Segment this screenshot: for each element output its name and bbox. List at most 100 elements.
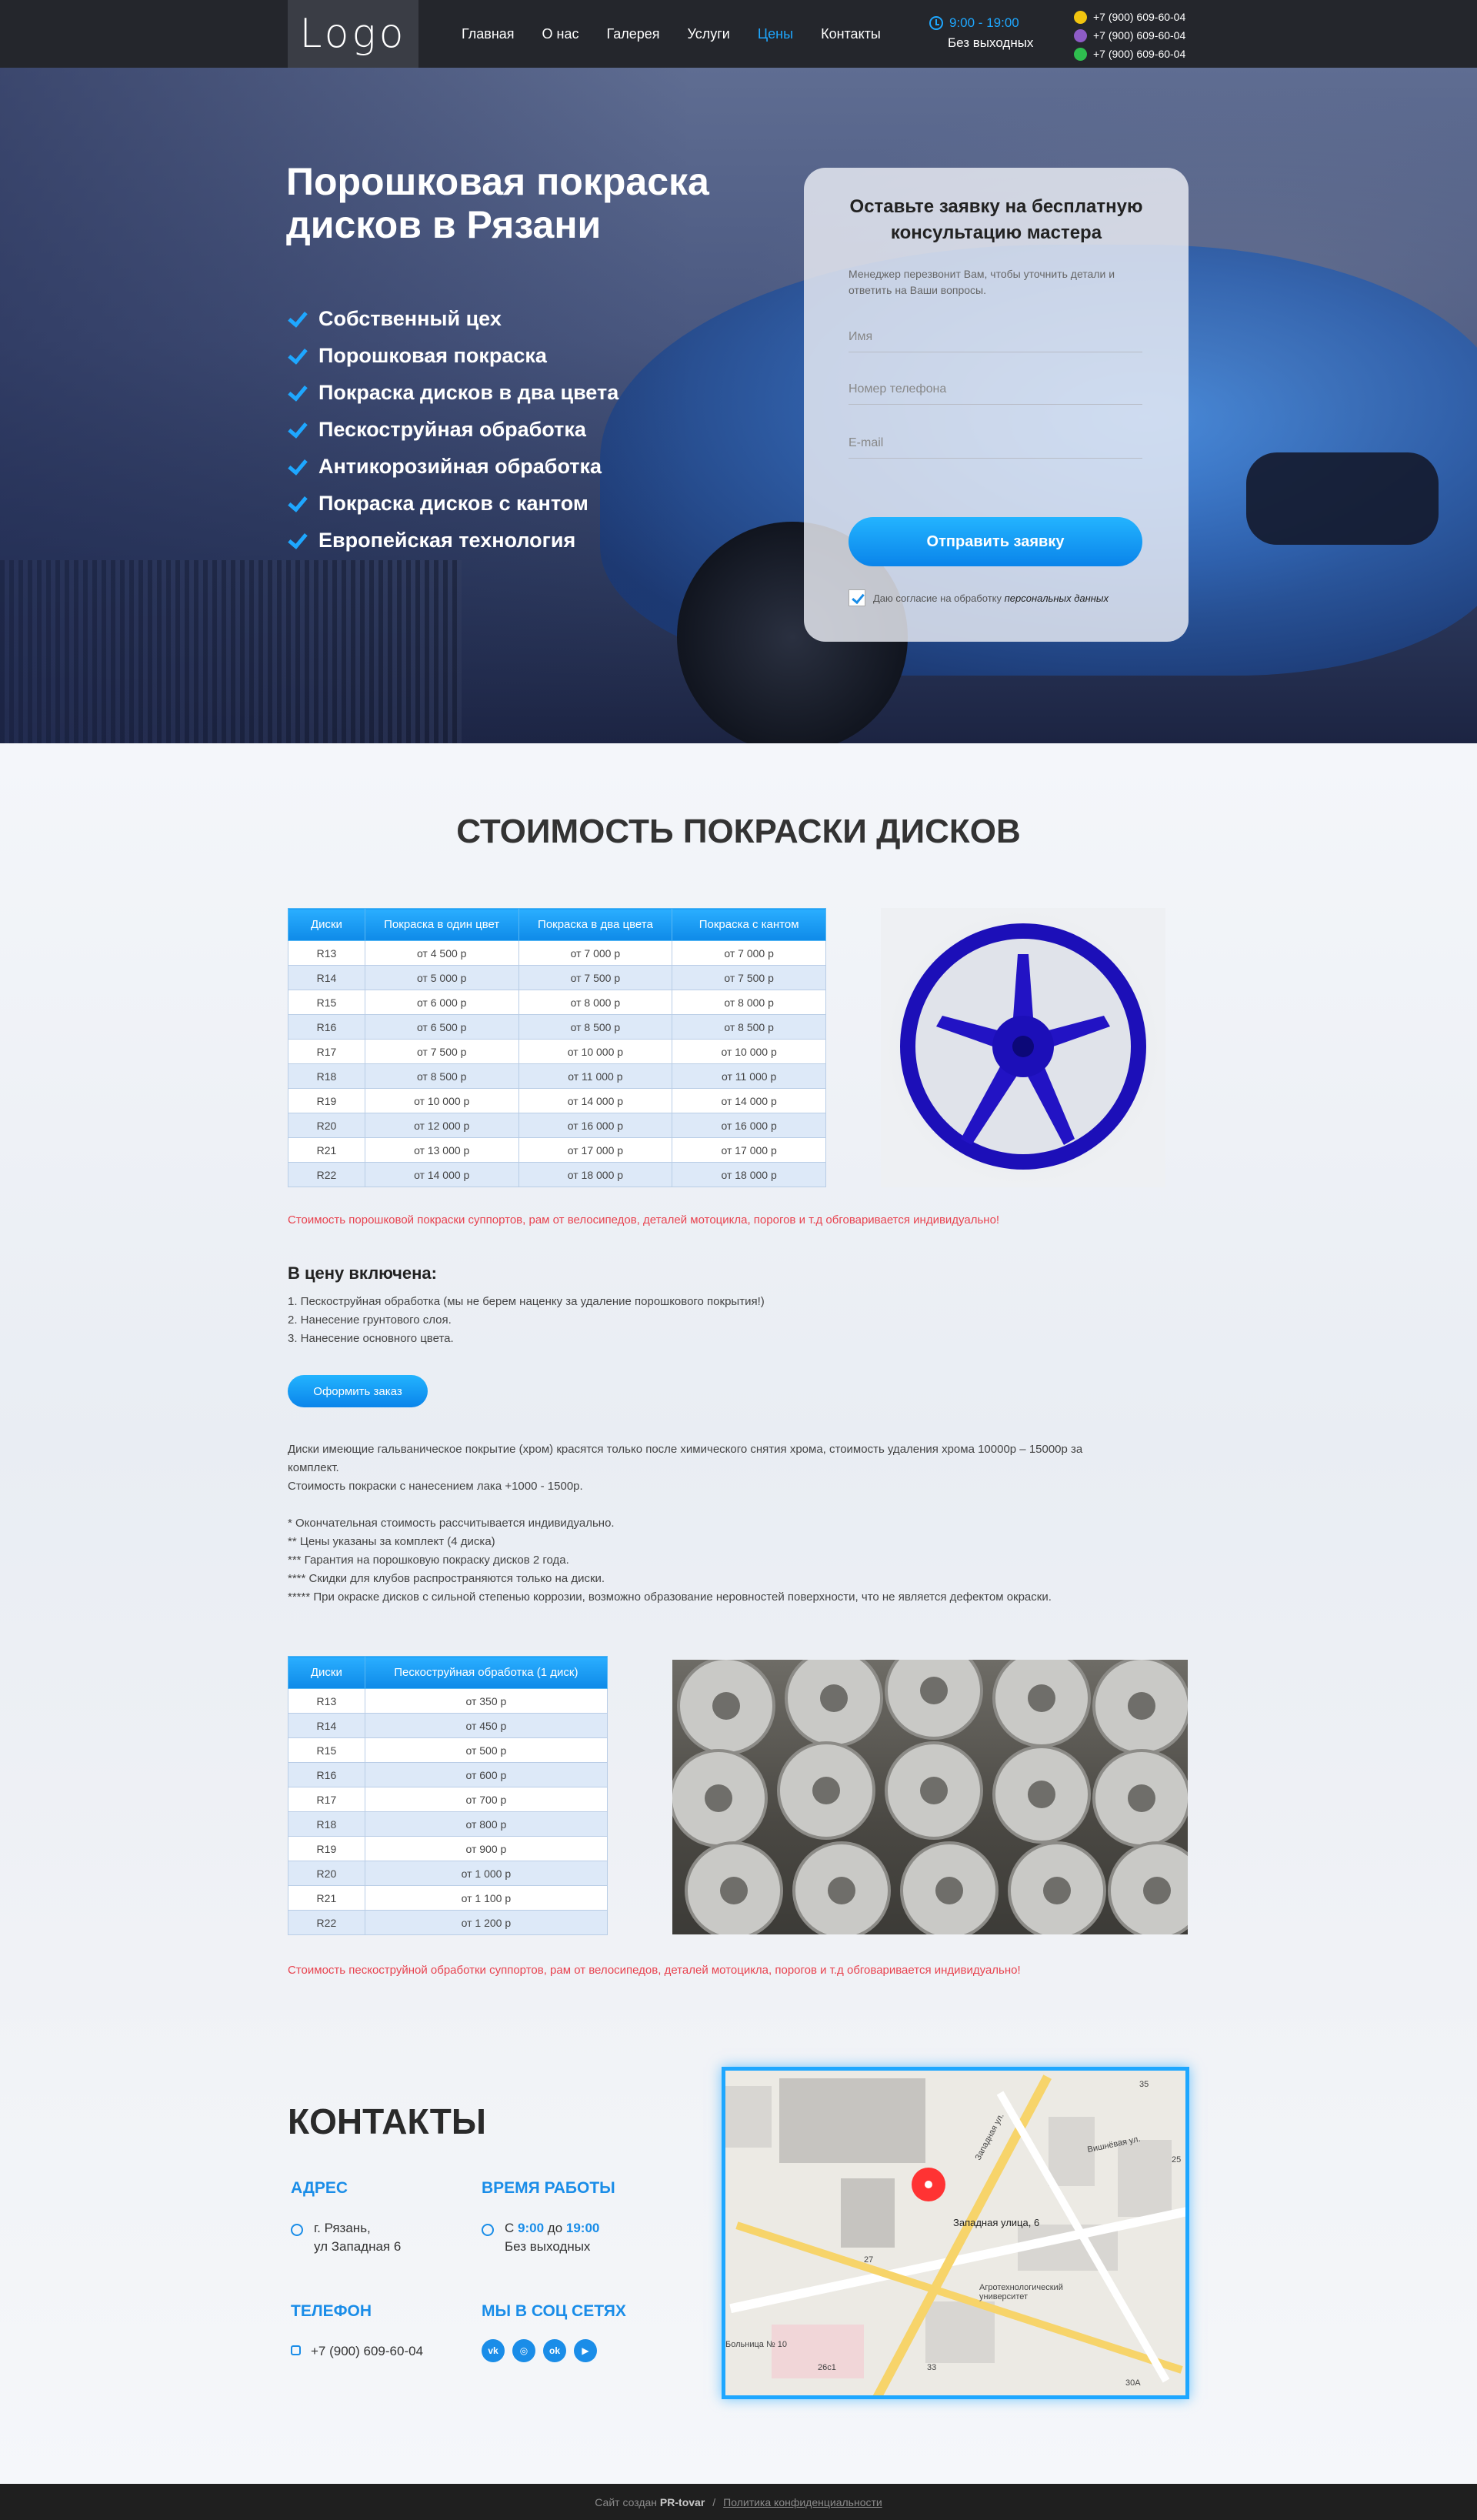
price-table-cell: от 14 000 р	[672, 1088, 826, 1113]
header-hours-days: Без выходных	[948, 35, 1034, 50]
price-table-cell: R20	[288, 1113, 365, 1138]
price-table-cell: от 10 000 р	[364, 1088, 519, 1113]
price-table-cell: от 7 000 р	[672, 940, 826, 966]
sandblast-table-row: R14 от 450 р	[288, 1713, 608, 1738]
price-table-cell: от 4 500 р	[364, 940, 519, 966]
form-title: Оставьте заявку на бесплатную консультац…	[849, 196, 1143, 243]
price-table-cell: от 5 000 р	[364, 965, 519, 990]
location-icon	[291, 2224, 303, 2236]
consultation-form: Оставьте заявку на бесплатную консультац…	[804, 168, 1189, 642]
phone-icon	[291, 2345, 301, 2355]
sandblast-table-row: R15 от 500 р	[288, 1737, 608, 1763]
hours-text: С 9:00 до 19:00 Без выходных	[505, 2221, 600, 2254]
price-table-cell: от 8 000 р	[518, 990, 673, 1015]
contacts-title: КОНТАКТЫ	[288, 2101, 486, 2141]
check-icon	[286, 529, 308, 551]
price-table-cell: от 13 000 р	[364, 1137, 519, 1163]
consent-row: Даю согласие на обработку персональных д…	[849, 589, 1109, 606]
price-table-cell: от 6 000 р	[364, 990, 519, 1015]
privacy-policy-link[interactable]: Политика конфиденциальности	[723, 2496, 882, 2508]
site-footer: Сайт создан PR-tovar / Политика конфиден…	[0, 2484, 1477, 2520]
header-phone[interactable]: +7 (900) 609-60-04	[1093, 48, 1185, 60]
odnoklassniki-icon[interactable]: ok	[543, 2339, 566, 2362]
price-table-cell: R21	[288, 1137, 365, 1163]
vk-icon[interactable]: vk	[482, 2339, 505, 2362]
sandblast-table-cell: R21	[288, 1885, 365, 1911]
phone-text[interactable]: +7 (900) 609-60-04	[311, 2342, 423, 2361]
price-table-cell: от 11 000 р	[672, 1063, 826, 1089]
youtube-icon[interactable]: ▶	[574, 2339, 597, 2362]
price-table-row: R17 от 7 500 р от 10 000 р от 10 000 р	[288, 1039, 826, 1064]
price-table-cell: от 6 500 р	[364, 1014, 519, 1040]
sandblast-table-cell: R14	[288, 1713, 365, 1738]
sandblast-table-cell: от 1 000 р	[364, 1861, 608, 1886]
sandblast-table-cell: от 1 100 р	[364, 1885, 608, 1911]
header-phone[interactable]: +7 (900) 609-60-04	[1093, 11, 1185, 23]
check-icon	[286, 382, 308, 403]
phone-input[interactable]	[849, 374, 1142, 405]
nav-item-about[interactable]: О нас	[542, 26, 579, 42]
nav-item-contacts[interactable]: Контакты	[821, 26, 881, 42]
hero-section	[0, 68, 1477, 743]
price-table-cell: от 7 500 р	[364, 1039, 519, 1064]
sandblast-table-cell: от 800 р	[364, 1811, 608, 1837]
footnote: ***** При окраске дисков с сильной степе…	[288, 1590, 1052, 1604]
form-note: Менеджер перезвонит Вам, чтобы уточнить …	[849, 268, 1115, 296]
footnotes: * Окончательная стоимость рассчитывается…	[288, 1514, 1088, 1607]
footnote: ** Цены указаны за комплект (4 диска)	[288, 1535, 495, 1548]
sandblast-table-cell: от 700 р	[364, 1787, 608, 1812]
map-pin-icon[interactable]	[912, 2168, 945, 2201]
name-input[interactable]	[849, 322, 1142, 352]
email-input[interactable]	[849, 428, 1142, 459]
included-item: 1. Пескоструйная обработка (мы не берем …	[288, 1295, 765, 1308]
sandblast-table-cell: R16	[288, 1762, 365, 1787]
location-map[interactable]: Западная улица, 6 Агротехнологический ун…	[722, 2067, 1189, 2399]
address-heading: АДРЕС	[291, 2179, 348, 2197]
nav-item-prices[interactable]: Цены	[758, 26, 793, 42]
price-table-cell: R17	[288, 1039, 365, 1064]
submit-button[interactable]: Отправить заявку	[849, 517, 1142, 566]
sandblast-table-header: Диски	[288, 1656, 365, 1689]
sandblast-table-row: R18 от 800 р	[288, 1811, 608, 1837]
nav-item-home[interactable]: Главная	[462, 26, 515, 42]
sandblast-table-cell: от 350 р	[364, 1688, 608, 1714]
check-icon	[286, 345, 308, 366]
hero-title: Порошковая покраска дисков в Рязани	[286, 160, 709, 246]
check-icon	[286, 419, 308, 440]
instagram-icon[interactable]: ◎	[512, 2339, 535, 2362]
price-table-row: R16 от 6 500 р от 8 500 р от 8 500 р	[288, 1014, 826, 1040]
price-table-cell: от 17 000 р	[672, 1137, 826, 1163]
sandblast-table-cell: от 900 р	[364, 1836, 608, 1861]
nav-item-gallery[interactable]: Галерея	[606, 26, 659, 42]
sandblast-table-cell: от 500 р	[364, 1737, 608, 1763]
whatsapp-icon	[1074, 47, 1087, 61]
price-table-cell: R22	[288, 1162, 365, 1187]
consent-checkbox[interactable]	[849, 589, 865, 606]
painting-note: Стоимость порошковой покраски суппортов,…	[288, 1213, 1000, 1227]
price-table: Диски Покраска в один цвет Покраска в дв…	[288, 908, 826, 1187]
price-table-row: R18 от 8 500 р от 11 000 р от 11 000 р	[288, 1063, 826, 1089]
phone-heading: ТЕЛЕФОН	[291, 2302, 372, 2320]
included-item: 3. Нанесение основного цвета.	[288, 1332, 454, 1345]
order-button[interactable]: Оформить заказ	[288, 1375, 428, 1407]
price-table-cell: от 8 500 р	[518, 1014, 673, 1040]
logo[interactable]: Logo	[288, 0, 418, 68]
consent-link[interactable]: персональных данных	[1005, 592, 1109, 604]
sandblast-table-row: R13 от 350 р	[288, 1688, 608, 1714]
header-phone[interactable]: +7 (900) 609-60-04	[1093, 29, 1185, 42]
sandblast-table-cell: R18	[288, 1811, 365, 1837]
blue-rim-image	[900, 923, 1146, 1170]
feature-item: Покраска дисков с кантом	[286, 485, 618, 522]
feature-item: Европейская технология	[286, 522, 618, 559]
sandblast-table-cell: R13	[288, 1688, 365, 1714]
price-table-row: R13 от 4 500 р от 7 000 р от 7 000 р	[288, 940, 826, 966]
nav-item-services[interactable]: Услуги	[688, 26, 730, 42]
price-table-row: R14 от 5 000 р от 7 500 р от 7 500 р	[288, 965, 826, 990]
consent-text: Даю согласие на обработку персональных д…	[873, 592, 1109, 604]
price-table-cell: от 12 000 р	[364, 1113, 519, 1138]
sandblast-table-cell: от 450 р	[364, 1713, 608, 1738]
feature-item: Антикорозийная обработка	[286, 448, 618, 485]
price-table-row: R20 от 12 000 р от 16 000 р от 16 000 р	[288, 1113, 826, 1138]
price-table-cell: от 18 000 р	[518, 1162, 673, 1187]
price-table-row: R19 от 10 000 р от 14 000 р от 14 000 р	[288, 1088, 826, 1113]
